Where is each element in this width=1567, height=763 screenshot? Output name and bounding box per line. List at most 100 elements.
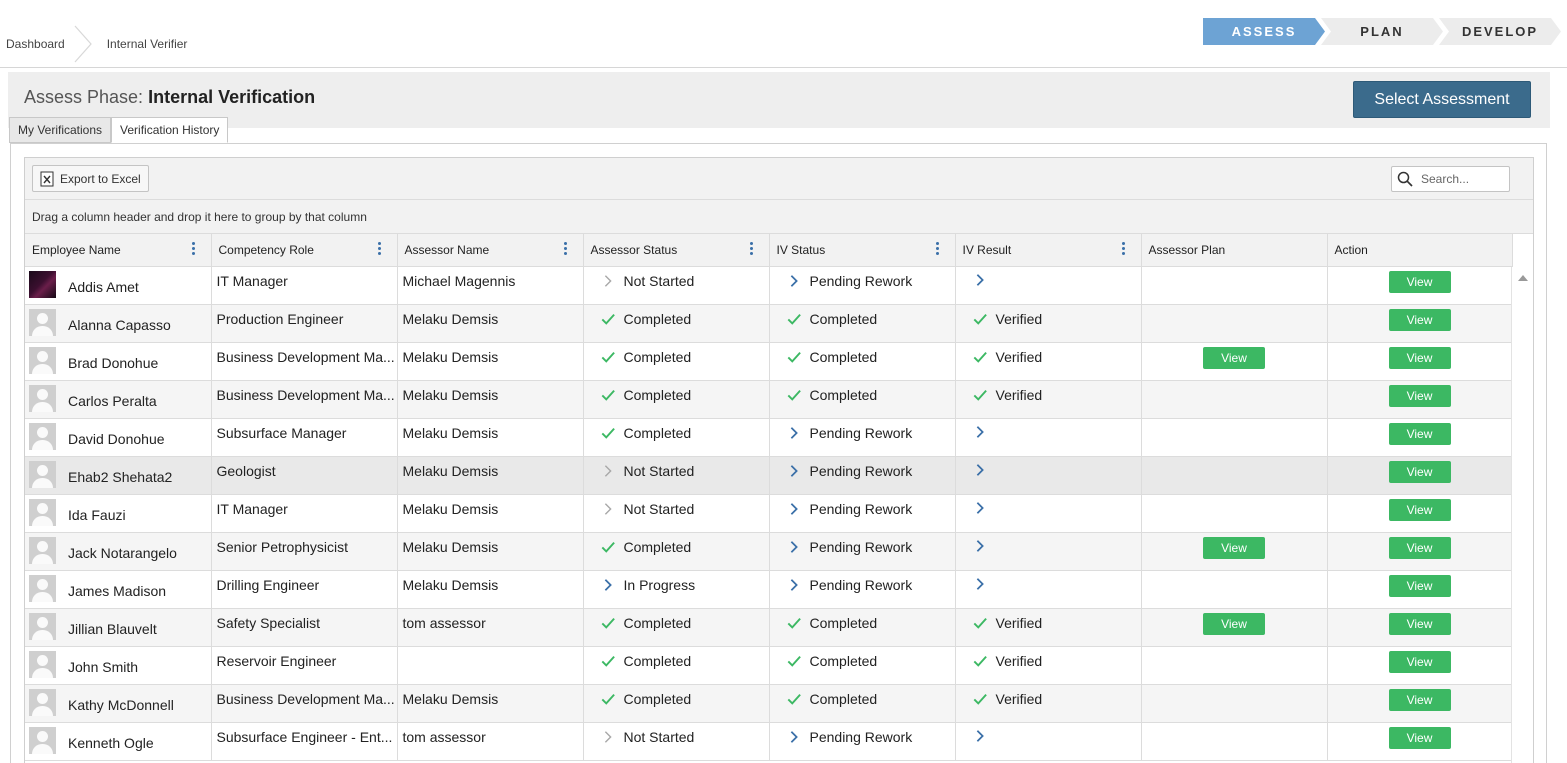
table-row[interactable]: John Smith Reservoir Engineer Completed Com…	[25, 646, 1513, 685]
table-row[interactable]: Addis Amet IT Manager Michael Magennis Not …	[25, 266, 1513, 305]
column-header-iv-status[interactable]: IV Status	[769, 234, 956, 267]
assessor-plan-view-button[interactable]: View	[1203, 612, 1265, 635]
tab-my-verifications[interactable]: My Verifications	[9, 117, 112, 143]
assessor-status-text: Completed	[623, 310, 692, 327]
table-row[interactable]: David Donohue Subsurface Manager Melaku De…	[25, 418, 1513, 457]
cell-assessor-plan	[1141, 266, 1328, 305]
table-row[interactable]: Kathy McDonnell Business Development Ma..…	[25, 684, 1513, 723]
iv-result-text: Verified	[995, 348, 1043, 365]
column-menu-icon[interactable]	[191, 242, 196, 257]
cell-competency-role: IT Manager	[211, 494, 398, 533]
iv-status-text: Pending Rework	[809, 728, 913, 745]
check-icon	[973, 617, 987, 629]
action-view-button[interactable]: View	[1388, 308, 1451, 331]
cell-iv-result: Verified	[955, 646, 1142, 685]
cell-assessor-plan	[1141, 570, 1328, 609]
table-row[interactable]: Kenneth Ogle Subsurface Engineer - Ent...…	[25, 722, 1513, 761]
column-header-employee-name[interactable]: Employee Name	[25, 234, 212, 267]
column-menu-icon[interactable]	[749, 242, 754, 257]
column-header-assessor-name[interactable]: Assessor Name	[397, 234, 584, 267]
cell-assessor-name: Melaku Demsis	[397, 304, 584, 343]
vertical-scrollbar[interactable]	[1511, 267, 1533, 763]
action-view-button[interactable]: View	[1388, 536, 1451, 559]
table-row[interactable]: Carlos Peralta Business Development Ma...…	[25, 380, 1513, 419]
check-icon	[787, 351, 801, 363]
table-row[interactable]: Alanna Capasso Production Engineer Melaku …	[25, 304, 1513, 343]
search-placeholder: Search...	[1421, 172, 1470, 186]
action-view-button[interactable]: View	[1388, 270, 1451, 293]
column-header-action[interactable]: Action	[1327, 234, 1513, 267]
action-view-button[interactable]: View	[1388, 422, 1451, 445]
cell-competency-role: Senior Petrophysicist	[211, 532, 398, 571]
column-header-assessor-plan[interactable]: Assessor Plan	[1141, 234, 1328, 267]
column-header-iv-result[interactable]: IV Result	[955, 234, 1142, 267]
iv-result-text: Verified	[995, 652, 1043, 669]
cell-iv-result: Verified	[955, 684, 1142, 723]
avatar	[29, 688, 56, 716]
column-header-label: Employee Name	[32, 242, 121, 257]
cell-iv-status: Completed	[769, 646, 956, 685]
employee-name: Alanna Capasso	[68, 316, 171, 333]
column-header-label: Action	[1334, 242, 1368, 257]
table-row[interactable]: Jack Notarangelo Senior Petrophysicist Mel…	[25, 532, 1513, 571]
step-develop[interactable]: DEVELOP	[1439, 18, 1561, 45]
export-excel-button[interactable]: Export to Excel	[32, 165, 149, 192]
assessor-status-text: Completed	[623, 614, 692, 631]
check-icon	[601, 427, 615, 439]
action-view-button[interactable]: View	[1388, 688, 1451, 711]
check-icon	[787, 655, 801, 667]
iv-result-text: Verified	[995, 310, 1043, 327]
cell-assessor-name: Melaku Demsis	[397, 494, 584, 533]
check-icon	[973, 351, 987, 363]
cell-action: View	[1327, 722, 1513, 761]
assessor-plan-view-button[interactable]: View	[1203, 346, 1265, 369]
breadcrumb: Dashboard Internal Verifier	[6, 25, 188, 63]
cell-iv-result: Verified	[955, 304, 1142, 343]
breadcrumb-internal-verifier[interactable]: Internal Verifier	[107, 37, 188, 51]
table-row[interactable]: Brad Donohue Business Development Ma... Me…	[25, 342, 1513, 381]
action-view-button[interactable]: View	[1388, 460, 1451, 483]
column-menu-icon[interactable]	[377, 242, 382, 257]
scroll-up-icon[interactable]	[1518, 275, 1528, 281]
action-view-button[interactable]: View	[1388, 384, 1451, 407]
group-drop-area[interactable]: Drag a column header and drop it here to…	[25, 200, 1533, 234]
employee-name: Carlos Peralta	[68, 392, 157, 409]
iv-status-text: Completed	[809, 386, 878, 403]
table-row[interactable]: James Madison Drilling Engineer Melaku Dem…	[25, 570, 1513, 609]
action-view-button[interactable]: View	[1388, 574, 1451, 597]
cell-employee: James Madison	[25, 570, 212, 609]
chevron-right-icon	[976, 539, 984, 552]
action-view-button[interactable]: View	[1388, 498, 1451, 521]
cell-action: View	[1327, 608, 1513, 647]
cell-assessor-plan	[1141, 494, 1328, 533]
grid-toolbar: Export to Excel Search...	[25, 158, 1533, 200]
column-header-competency-role[interactable]: Competency Role	[211, 234, 398, 267]
table-row[interactable]: Jillian Blauvelt Safety Specialist tom ass…	[25, 608, 1513, 647]
column-header-assessor-status[interactable]: Assessor Status	[583, 234, 770, 267]
step-assess[interactable]: ASSESS	[1203, 18, 1325, 45]
table-row[interactable]: Ida Fauzi IT Manager Melaku Demsis Not Star…	[25, 494, 1513, 533]
action-view-button[interactable]: View	[1388, 346, 1451, 369]
search-input[interactable]: Search...	[1391, 166, 1510, 192]
cell-action: View	[1327, 456, 1513, 495]
table-row[interactable]: Ehab2 Shehata2 Geologist Melaku Demsis Not …	[25, 456, 1513, 495]
breadcrumb-dashboard[interactable]: Dashboard	[6, 37, 65, 51]
select-assessment-button[interactable]: Select Assessment	[1353, 81, 1531, 118]
employee-name: Kenneth Ogle	[68, 734, 154, 751]
column-menu-icon[interactable]	[563, 242, 568, 257]
column-menu-icon[interactable]	[1121, 242, 1126, 257]
employee-name: Jack Notarangelo	[68, 544, 177, 561]
assessor-plan-view-button[interactable]: View	[1203, 536, 1265, 559]
action-view-button[interactable]: View	[1388, 650, 1451, 673]
cell-iv-status: Pending Rework	[769, 494, 956, 533]
iv-status-text: Completed	[809, 652, 878, 669]
action-view-button[interactable]: View	[1388, 612, 1451, 635]
cell-action: View	[1327, 646, 1513, 685]
tab-verification-history[interactable]: Verification History	[111, 117, 229, 143]
chevron-right-icon	[604, 730, 612, 743]
cell-assessor-plan	[1141, 684, 1328, 723]
action-view-button[interactable]: View	[1388, 726, 1451, 749]
top-bar: Dashboard Internal Verifier ASSESS PLAN …	[0, 0, 1567, 68]
step-plan[interactable]: PLAN	[1321, 18, 1443, 45]
column-menu-icon[interactable]	[935, 242, 940, 257]
